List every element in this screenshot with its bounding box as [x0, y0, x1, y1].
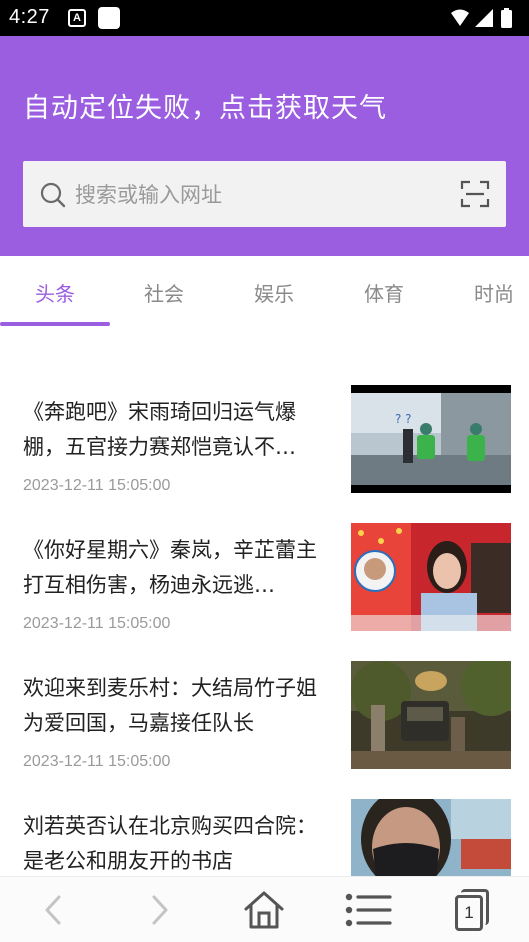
- chevron-left-icon: [45, 895, 61, 925]
- news-time: 2023-12-11 15:05:00: [23, 477, 171, 494]
- active-tab-indicator: [0, 322, 110, 326]
- cell-signal-icon: [475, 9, 493, 27]
- news-title: 《你好星期六》秦岚，辛芷蕾主打互相伤害，杨迪永远逃…: [23, 538, 317, 597]
- header: 自动定位失败，点击获取天气 搜索或输入网址: [0, 36, 529, 256]
- news-thumbnail: [351, 661, 511, 769]
- back-button[interactable]: [23, 885, 83, 935]
- tab-headlines[interactable]: 头条: [0, 278, 110, 307]
- home-icon: [244, 891, 284, 929]
- svg-text:? ?: ? ?: [395, 412, 412, 426]
- news-item[interactable]: 刘若英否认在北京购买四合院：是老公和朋友开的书店: [0, 799, 529, 876]
- news-item[interactable]: 欢迎来到麦乐村：大结局竹子姐为爱回国，马嘉接任队长 2023-12-11 15:…: [0, 661, 529, 799]
- menu-button[interactable]: [338, 885, 398, 935]
- status-time: 4:27: [9, 6, 50, 28]
- news-thumbnail: [351, 799, 511, 876]
- tab-entertainment[interactable]: 娱乐: [219, 278, 329, 307]
- forward-button[interactable]: [130, 885, 190, 935]
- search-bar[interactable]: 搜索或输入网址: [23, 161, 506, 227]
- news-time: 2023-12-11 15:05:00: [23, 753, 171, 770]
- notification-square-icon: [98, 7, 120, 29]
- tabs-count-icon: 1: [453, 889, 491, 931]
- bottom-navigation: 1: [0, 876, 529, 942]
- signal-battery-icons: [451, 8, 512, 28]
- tab-sports[interactable]: 体育: [329, 278, 439, 307]
- notification-a-icon: A: [68, 9, 86, 27]
- wifi-icon: [451, 9, 469, 26]
- search-input[interactable]: 搜索或输入网址: [75, 179, 222, 209]
- tab-fashion[interactable]: 时尚: [439, 278, 529, 307]
- news-thumbnail: [351, 523, 511, 631]
- news-title: 欢迎来到麦乐村：大结局竹子姐为爱回国，马嘉接任队长: [23, 676, 317, 735]
- weather-prompt[interactable]: 自动定位失败，点击获取天气: [23, 86, 387, 125]
- list-menu-icon: [345, 893, 392, 927]
- chevron-right-icon: [152, 895, 168, 925]
- home-button[interactable]: [234, 885, 294, 935]
- tabs-button[interactable]: 1: [442, 885, 502, 935]
- category-tabs: 头条 社会 娱乐 体育 时尚: [0, 256, 529, 328]
- news-title: 刘若英否认在北京购买四合院：是老公和朋友开的书店: [23, 814, 317, 873]
- tab-society[interactable]: 社会: [109, 278, 219, 307]
- scan-icon[interactable]: [460, 179, 490, 209]
- news-title: 《奔跑吧》宋雨琦回归运气爆棚，五官接力赛郑恺竟认不…: [23, 400, 296, 459]
- status-bar: 4:27 A: [0, 0, 529, 36]
- news-item[interactable]: 《你好星期六》秦岚，辛芷蕾主打互相伤害，杨迪永远逃… 2023-12-11 15…: [0, 523, 529, 661]
- tab-count: 1: [455, 895, 483, 931]
- news-item[interactable]: 《奔跑吧》宋雨琦回归运气爆棚，五官接力赛郑恺竟认不… 2023-12-11 15…: [0, 385, 529, 523]
- news-time: 2023-12-11 15:05:00: [23, 615, 171, 632]
- battery-icon: [501, 10, 512, 28]
- search-icon: [40, 182, 66, 208]
- news-thumbnail: ? ?: [351, 385, 511, 493]
